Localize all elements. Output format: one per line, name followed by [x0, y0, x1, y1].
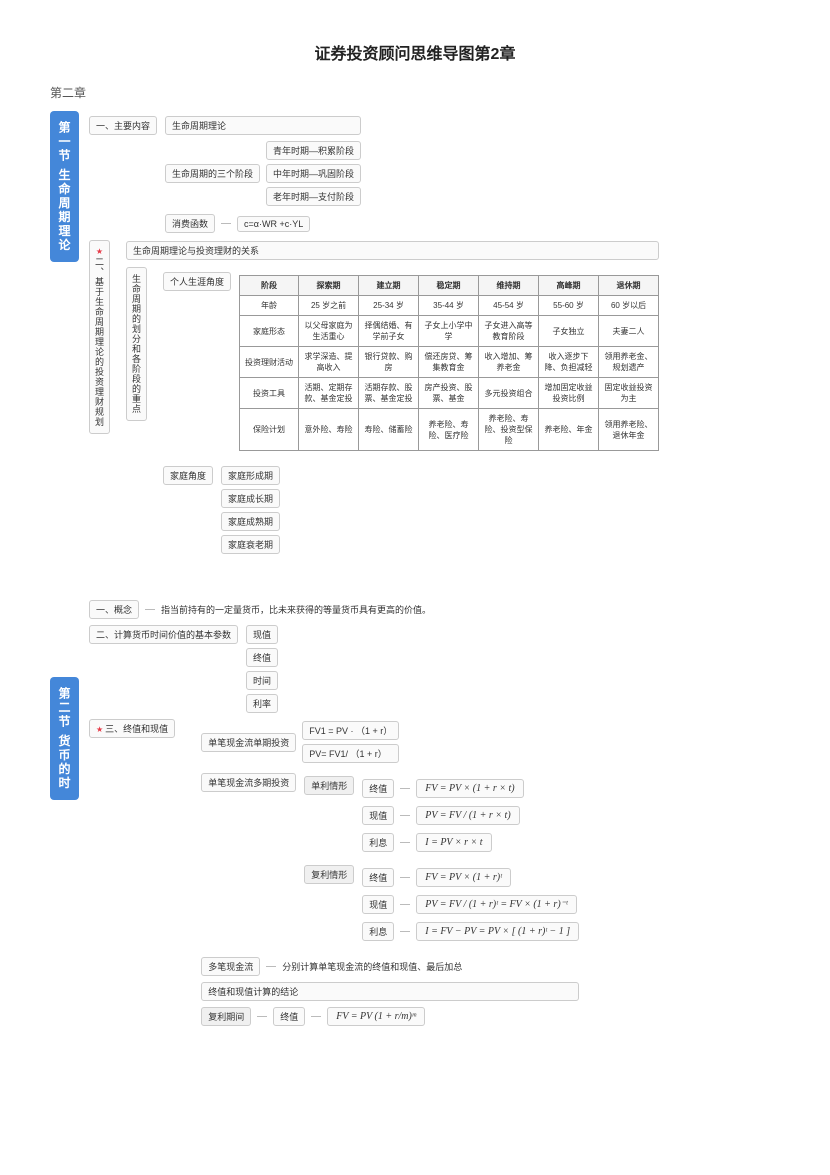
table-row: 家庭形态以父母家庭为生活重心择偶结婚、有学前子女子女上小学中学子女进入高等教育阶… [240, 316, 659, 347]
family-2: 家庭成熟期 [221, 512, 280, 531]
formula-value: FV = PV × (1 + r)ᵗ [416, 868, 511, 887]
params-label: 二、计算货币时间价值的基本参数 [89, 625, 238, 644]
plan-label: 二、基于生命周期理论的投资理财规划 [89, 240, 110, 434]
formula-key: 利息 [362, 833, 394, 852]
table-header: 稳定期 [419, 276, 479, 296]
simple-label: 单利情形 [304, 776, 354, 795]
formula-key: 终值 [362, 868, 394, 887]
page-title: 证券投资顾问思维导图第2章 [50, 40, 780, 64]
formula-value: FV = PV × (1 + r × t) [416, 779, 523, 798]
formula-key: 利息 [362, 922, 394, 941]
main-item-0: 生命周期理论 [165, 116, 361, 135]
formula-key: 现值 [362, 806, 394, 825]
formula-key: 终值 [362, 779, 394, 798]
table-header: 建立期 [359, 276, 419, 296]
single2-label: 单笔现金流多期投资 [201, 773, 296, 792]
section-1: 第一节 生命周期理论 一、主要内容 生命周期理论 生命周期的三个阶段 青年时期—… [50, 111, 780, 567]
single1-f0: FV1 = PV · （1 + r） [302, 721, 399, 740]
family-1: 家庭成长期 [221, 489, 280, 508]
perspective-1: 个人生涯角度 [163, 272, 231, 291]
concept-label: 一、概念 [89, 600, 139, 619]
param-3: 利率 [246, 694, 278, 713]
plan-sub2: 生命周期的划分和各阶段的重点 [126, 267, 147, 421]
conclusion: 终值和现值计算的结论 [201, 982, 579, 1001]
table-row: 年龄25 岁之前25-34 岁35-44 岁45-54 岁55-60 岁60 岁… [240, 296, 659, 316]
table-header: 退休期 [599, 276, 659, 296]
single1-label: 单笔现金流单期投资 [201, 733, 296, 752]
period-formula: FV = PV (1 + r/m)ᵐ [327, 1007, 425, 1026]
formula-value: PV = FV / (1 + r × t) [416, 806, 519, 825]
compound-label: 复利情形 [304, 865, 354, 884]
family-3: 家庭衰老期 [221, 535, 280, 554]
stage-0: 青年时期—积累阶段 [266, 141, 361, 160]
param-0: 现值 [246, 625, 278, 644]
plan-sub1: 生命周期理论与投资理财的关系 [126, 241, 659, 260]
main-item-1: 生命周期的三个阶段 [165, 164, 260, 183]
formula-value: I = FV − PV = PV × [ (1 + r)ᵗ − 1 ] [416, 922, 579, 941]
table-row: 投资工具活期、定期存款、基金定投活期存款、股票、基金定投房产投资、股票、基金多元… [240, 378, 659, 409]
multi-text: 分别计算单笔现金流的终值和现值、最后加总 [282, 960, 462, 973]
concept-text: 指当前持有的一定量货币，比未来获得的等量货币具有更高的价值。 [161, 603, 431, 616]
table-header: 高峰期 [539, 276, 599, 296]
table-header: 维持期 [479, 276, 539, 296]
consumption-formula: c=α·WR +c·YL [237, 216, 310, 232]
lifecycle-table: 阶段探索期建立期稳定期维持期高峰期退休期 年龄25 岁之前25-34 岁35-4… [239, 275, 659, 451]
period-label: 复利期间 [201, 1007, 251, 1026]
section-2-title: 第二节 货币的时 [50, 677, 79, 800]
single1-f1: PV= FV1/ （1 + r） [302, 744, 399, 763]
table-header: 探索期 [299, 276, 359, 296]
perspective-2: 家庭角度 [163, 466, 213, 485]
formula-key: 现值 [362, 895, 394, 914]
main-label: 一、主要内容 [89, 116, 157, 135]
table-row: 投资理财活动求学深造、提高收入银行贷款、购房偿还房贷、筹集教育金收入增加、筹养老… [240, 347, 659, 378]
stage-2: 老年时期—支付阶段 [266, 187, 361, 206]
table-header: 阶段 [240, 276, 299, 296]
section-2: 第二节 货币的时 一、概念 指当前持有的一定量货币，比未来获得的等量货币具有更高… [50, 597, 780, 1033]
chapter-label: 第二章 [50, 84, 780, 101]
period-k: 终值 [273, 1007, 305, 1026]
fvpv-label: 三、终值和现值 [89, 719, 175, 738]
formula-value: PV = FV / (1 + r)ᵗ = FV × (1 + r)⁻ᵗ [416, 895, 576, 914]
multi-label: 多笔现金流 [201, 957, 260, 976]
param-1: 终值 [246, 648, 278, 667]
param-2: 时间 [246, 671, 278, 690]
table-row: 保险计划意外险、寿险寿险、储蓄险养老险、寿险、医疗险养老险、寿险、投资型保险养老… [240, 409, 659, 451]
section-1-title: 第一节 生命周期理论 [50, 111, 79, 262]
formula-value: I = PV × r × t [416, 833, 491, 852]
family-0: 家庭形成期 [221, 466, 280, 485]
connector [221, 223, 231, 224]
stage-1: 中年时期—巩固阶段 [266, 164, 361, 183]
main-item-2: 消费函数 [165, 214, 215, 233]
